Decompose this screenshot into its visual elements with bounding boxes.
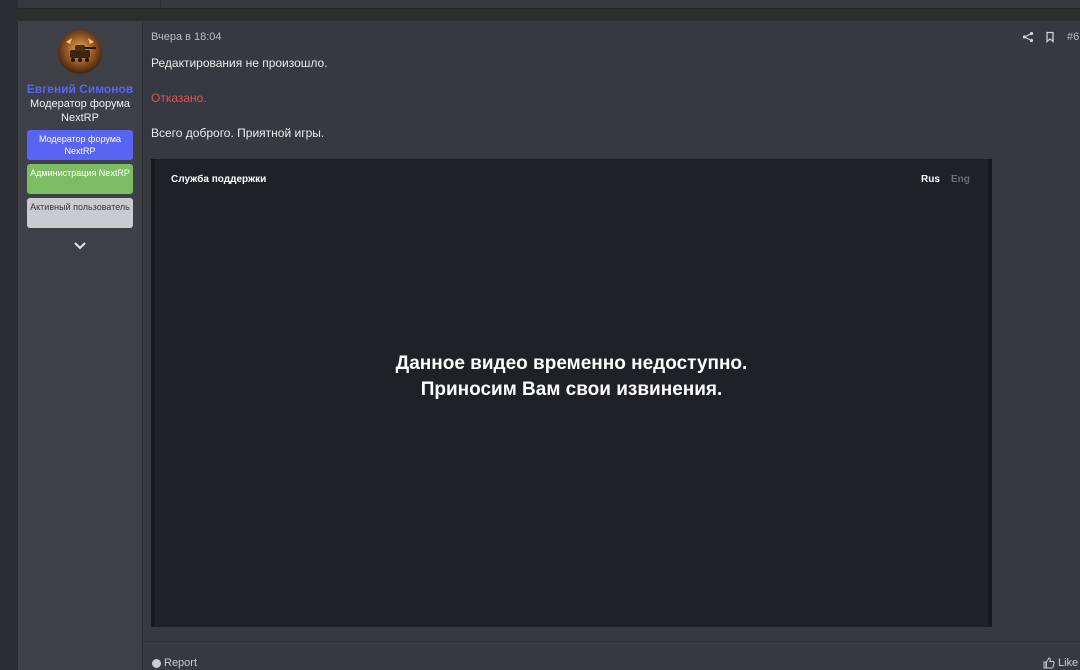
info-icon bbox=[152, 658, 161, 668]
video-unavailable-message: Данное видео временно недоступно. Принос… bbox=[395, 353, 748, 400]
thumbs-up-icon bbox=[1043, 657, 1055, 669]
lang-rus-button[interactable]: Rus bbox=[921, 174, 940, 185]
post-number[interactable]: #6 bbox=[1067, 31, 1079, 43]
user-banner-administration: Администрация NextRP bbox=[27, 164, 133, 194]
message-line-3: Всего доброго. Приятной игры. bbox=[151, 126, 325, 140]
like-button[interactable]: Like bbox=[1043, 657, 1078, 669]
message-line-1: Редактирования не произошло. bbox=[151, 56, 328, 70]
forum-post: Евгений Симонов Модератор форума NextRP … bbox=[18, 21, 1080, 670]
post-date[interactable]: Вчера в 18:04 bbox=[151, 31, 222, 43]
message-line-refused: Отказано. bbox=[151, 91, 207, 105]
report-label: Report bbox=[164, 657, 198, 669]
share-icon[interactable] bbox=[1022, 30, 1034, 43]
report-link[interactable]: Report bbox=[152, 657, 197, 669]
video-brand-label: Служба поддержки bbox=[171, 174, 267, 185]
user-title: Модератор форума NextRP bbox=[29, 98, 131, 124]
embedded-video-player[interactable]: Служба поддержки Rus Eng Данное видео вр… bbox=[151, 159, 992, 627]
avatar[interactable] bbox=[58, 30, 102, 74]
user-info-panel: Евгений Симонов Модератор форума NextRP … bbox=[18, 21, 143, 670]
previous-post-divider bbox=[160, 0, 161, 8]
post-content-area: Вчера в 18:04 #6 Редактирования не произ… bbox=[143, 21, 1080, 670]
lang-eng-button[interactable]: Eng bbox=[951, 174, 970, 185]
like-label: Like bbox=[1058, 657, 1079, 669]
username[interactable]: Евгений Симонов bbox=[18, 82, 142, 96]
user-banner-active-user: Активный пользователь bbox=[27, 198, 133, 228]
post-footer-divider bbox=[143, 641, 1080, 642]
chevron-down-icon[interactable] bbox=[71, 239, 89, 253]
avatar-tank-emblem-icon bbox=[66, 38, 96, 62]
previous-post-bottom bbox=[18, 0, 1080, 9]
bookmark-icon[interactable] bbox=[1044, 30, 1056, 43]
user-banner-moderator: Модератор форума NextRP bbox=[27, 130, 133, 160]
